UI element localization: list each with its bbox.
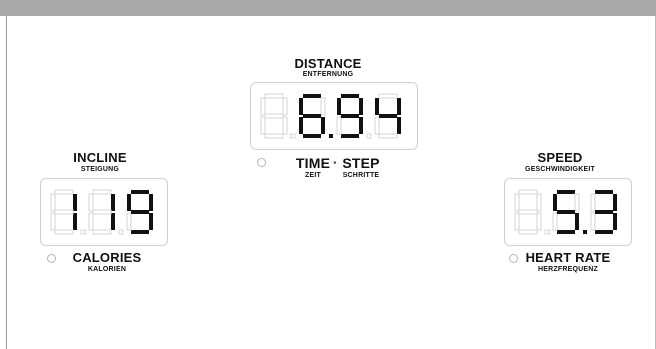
speed-digits [514,189,617,235]
time-sublabel: ZEIT [305,172,321,179]
step-label: STEP [342,155,380,171]
digit-0 [514,189,542,235]
incline-display [40,178,168,246]
incline-sublabel: STEIGUNG [80,166,120,173]
digit-2 [590,190,617,234]
time-step-separator: · [333,155,338,170]
heart-rate-sublabel: HERZFREQUENZ [538,266,598,273]
speed-sublabel: GESCHWINDIGKEIT [525,166,595,173]
incline-label: INCLINE [73,150,127,165]
distance-sublabel: ENTFERNUNG [302,71,354,78]
heart-rate-label: HEART RATE [525,250,611,265]
decimal-point-2 [366,133,372,139]
decimal-point-1 [329,134,333,138]
distance-display [250,82,418,150]
decimal-point-1 [118,229,124,235]
digit-2 [336,94,363,138]
decimal-point-1 [583,230,587,234]
speed-label: SPEED [537,150,583,165]
speed-display [504,178,632,246]
calories-label: CALORIES [72,250,142,265]
step-sublabel: SCHRITTE [342,172,380,179]
calories-indicator-led [47,254,56,263]
left-border [6,16,7,349]
decimal-point-0 [80,229,86,235]
top-bar [0,0,656,16]
decimal-point-0 [544,229,550,235]
digit-2 [126,190,153,234]
digit-0 [50,189,77,235]
calories-sublabel: KALORIEN [87,266,127,273]
incline-digits [50,189,153,235]
decimal-point-0 [290,133,296,139]
digit-0 [260,93,288,139]
time-label: TIME [295,155,331,171]
distance-label: DISTANCE [294,56,362,71]
digit-1 [299,94,326,138]
digit-1 [88,189,115,235]
time-step-indicator-led [257,158,266,167]
digit-3 [374,93,401,139]
digit-1 [552,190,580,234]
distance-digits [260,93,401,139]
